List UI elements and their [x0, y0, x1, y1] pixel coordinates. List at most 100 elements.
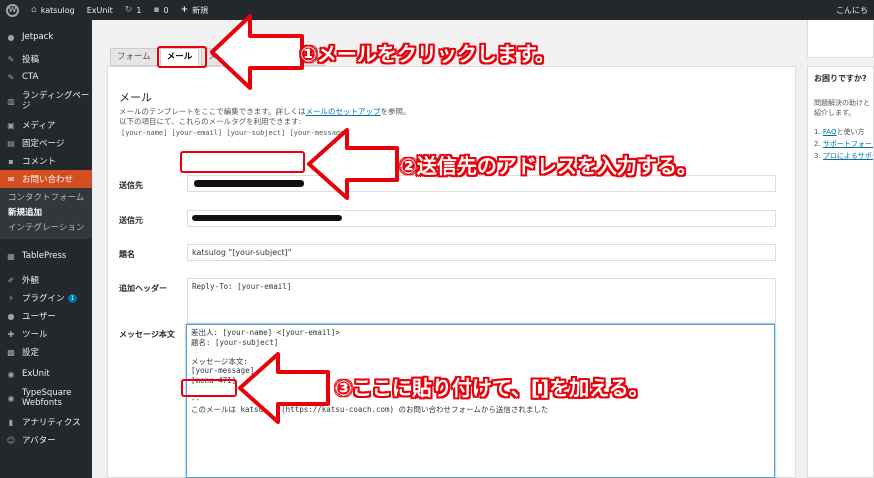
wrench-icon: ✚ [7, 329, 15, 339]
sidebar-item-avatar[interactable]: ☺ アバター [0, 431, 92, 449]
arrow-left-icon [307, 128, 399, 200]
sidebar-item-label: ExUnit [22, 369, 50, 379]
sidebar-item-tablepress[interactable]: ▦ TablePress [0, 247, 92, 265]
help-num: 2. [814, 140, 821, 148]
redacted-sender [192, 215, 342, 221]
right-sidebar: お困りですか? 問題解決の助けと 紹介します。 1. FAQと使い方 2. サポ… [803, 20, 874, 478]
annotation-box-to-field [180, 151, 305, 173]
desc-text: 以下の項目にて、これらのメールタグを利用できます: [119, 117, 302, 126]
to-label: 送信先 [119, 181, 143, 190]
annotation-step2: ②送信先のアドレスを入力する。 [400, 154, 697, 178]
annotation-box-menu-tag [181, 379, 237, 397]
plus-icon: + [180, 5, 189, 15]
help-num: 1. [814, 128, 821, 136]
mail-icon: ✉ [7, 174, 15, 184]
updates-icon: ↻ [124, 5, 133, 15]
exunit-label: ExUnit [86, 5, 113, 15]
sidebar-item-users[interactable]: ● ユーザー [0, 307, 92, 325]
pin-icon: ✎ [7, 54, 15, 64]
body-line: 題名: [your-subject] [191, 337, 279, 347]
sidebar-item-exunit[interactable]: ◉ ExUnit [0, 365, 92, 383]
help-box: お困りですか? 問題解決の助けと 紹介します。 1. FAQと使い方 2. サポ… [807, 66, 874, 478]
arrow-left-icon [210, 14, 304, 90]
table-icon: ▦ [7, 251, 15, 261]
support-forum-link[interactable]: サポートフォーラム [823, 140, 873, 148]
help-post: と使い方 [836, 128, 865, 136]
site-name-link[interactable]: ⌂ katsulog [25, 0, 81, 20]
help-item-faq: 1. FAQと使い方 [814, 126, 867, 138]
sidebar-item-comments[interactable]: ▪ コメント [0, 152, 92, 170]
sidebar-item-contact[interactable]: ✉ お問い合わせ [0, 170, 92, 188]
sidebar-item-label: プラグイン [22, 294, 65, 304]
subject-field[interactable]: katsulog "[your-subject]" [187, 244, 776, 261]
wordpress-logo-icon: W [6, 3, 19, 17]
arrow-left-icon [238, 352, 330, 424]
sidebar-item-landing-pages[interactable]: ▥ ランディングページ [0, 86, 92, 116]
home-icon: ⌂ [31, 5, 37, 15]
updates-link[interactable]: ↻ 1 [119, 0, 148, 20]
sidebar-item-label: 外観 [22, 276, 40, 286]
new-label: 新規 [192, 5, 209, 15]
additional-headers-field[interactable]: Reply-To: [your-email] [187, 278, 776, 324]
sidebar-item-jetpack[interactable]: ● Jetpack [0, 28, 92, 46]
submenu-contact-forms[interactable]: コンタクトフォーム [0, 191, 92, 206]
help-title: お困りですか? [814, 74, 867, 83]
tab-form[interactable]: フォーム [110, 48, 158, 66]
sidebar-item-settings[interactable]: ▩ 設定 [0, 343, 92, 361]
plugin-update-badge: 1 [67, 293, 78, 303]
sidebar-item-analytics[interactable]: ▮ アナリティクス [0, 413, 92, 431]
wp-logo-menu[interactable]: W [0, 0, 25, 20]
from-field[interactable] [187, 210, 776, 227]
sidebar-item-label: ツール [22, 330, 48, 340]
message-body-label: メッセージ本文 [119, 330, 175, 339]
sidebar-item-posts[interactable]: ✎ 投稿 [0, 50, 92, 68]
submenu-integration[interactable]: インテグレーション [0, 221, 92, 236]
sidebar-item-label: コメント [22, 157, 57, 167]
sidebar-item-cta[interactable]: ✎ CTA [0, 68, 92, 86]
sidebar-item-label: TablePress [22, 251, 67, 261]
my-account-link[interactable]: こんにち [830, 0, 874, 20]
publish-box [807, 20, 874, 58]
sidebar-item-pages[interactable]: ▤ 固定ページ [0, 134, 92, 152]
sidebar-item-typesquare[interactable]: ◉ TypeSquare Webfonts [0, 383, 92, 413]
media-icon: ▣ [7, 120, 15, 130]
annotation-step1: ①メールをクリックします。 [300, 42, 555, 66]
sidebar-item-tools[interactable]: ✚ ツール [0, 325, 92, 343]
body-line: 差出人: [your-name] <[your-email]> [191, 328, 340, 337]
page-icon: ▥ [7, 96, 15, 106]
mail-setup-link[interactable]: メールのセットアップ [306, 107, 381, 116]
faq-link[interactable]: FAQ [823, 128, 837, 136]
sidebar-item-plugins[interactable]: ⚡ プラグイン 1 [0, 289, 92, 307]
desc-text: を参照。 [380, 107, 411, 116]
comments-link[interactable]: ▪ 0 [147, 0, 174, 20]
pages-icon: ▤ [7, 138, 15, 148]
sidebar-item-appearance[interactable]: ✐ 外観 [0, 271, 92, 289]
contact-submenu: コンタクトフォーム 新規追加 インテグレーション [0, 188, 92, 239]
sidebar-item-media[interactable]: ▣ メディア [0, 116, 92, 134]
help-num: 3. [814, 152, 821, 160]
help-text-line: 問題解決の助けと [814, 99, 870, 107]
panel-title: メール [119, 91, 152, 104]
desc-text: メールのテンプレートをここで編集できます。詳しくは [119, 107, 306, 116]
sidebar-item-label: CTA [22, 72, 39, 82]
new-content-link[interactable]: + 新規 [175, 0, 215, 20]
site-name: katsulog [40, 5, 75, 15]
help-item-pro: 3. プロによるサポート [814, 150, 873, 162]
help-text-line: 紹介します。 [814, 109, 856, 117]
help-text: 問題解決の助けと 紹介します。 [814, 98, 870, 118]
sidebar-item-label: アバター [22, 436, 56, 446]
from-label: 送信元 [119, 216, 143, 225]
jetpack-icon: ● [7, 32, 15, 42]
exunit-link[interactable]: ExUnit [81, 0, 119, 20]
settings-icon: ▩ [7, 347, 15, 357]
help-item-forum: 2. サポートフォーラム [814, 138, 873, 150]
sidebar-item-label: TypeSquare Webfonts [22, 388, 72, 408]
submenu-add-new[interactable]: 新規追加 [0, 206, 92, 221]
admin-sidebar: ● Jetpack ✎ 投稿 ✎ CTA ▥ ランディングページ ▣ メディア ▤ 固定ペー… [0, 20, 92, 478]
pro-support-link[interactable]: プロによるサポート [823, 152, 873, 160]
sidebar-item-label: Jetpack [22, 32, 54, 42]
comment-icon: ▪ [8, 156, 14, 166]
sidebar-item-label: ユーザー [22, 312, 56, 322]
panel-description: メールのテンプレートをここで編集できます。詳しくはメールのセットアップを参照。 … [119, 107, 411, 127]
exunit-icon: ◉ [7, 369, 15, 379]
